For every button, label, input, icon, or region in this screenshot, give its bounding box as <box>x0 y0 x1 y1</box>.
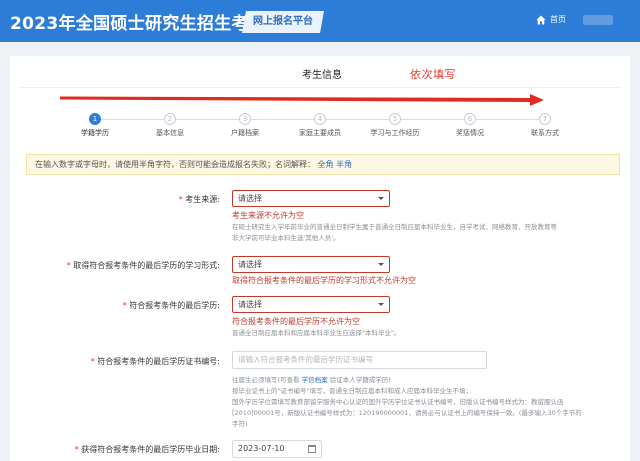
chevron-down-icon <box>378 197 384 200</box>
last-degree-label: * 符合报考条件的最后学历: <box>122 301 220 310</box>
last-degree-select[interactable]: 请选择 <box>232 296 390 313</box>
app-title: 2023年全国硕士研究生招生考试 <box>10 14 267 34</box>
xuexin-archive-link[interactable]: 学信档案 <box>302 376 328 384</box>
source-help: 在硕士研究生入学年前毕业的普通全日制学生属于普通全日制应届本科毕业生，自学考试、… <box>232 223 557 242</box>
user-name-redacted <box>583 15 613 25</box>
step-5-label[interactable]: 学习与工作经历 <box>371 128 420 138</box>
cert-no-label: * 符合报考条件的最后学历证书编号: <box>90 357 220 366</box>
section-annotation: 依次填写 <box>410 68 456 81</box>
step-6-circle[interactable]: 6 <box>464 113 476 125</box>
platform-badge: 网上报名平台 <box>242 11 324 33</box>
cert-no-input[interactable]: 请输入符合报考条件的最后学历证书编号 <box>232 351 487 369</box>
grad-date-label: * 获得符合报考条件的最后学历毕业日期: <box>74 445 220 454</box>
cert-no-help: 往届生必须填写(可查看 学信档案 验证本人学籍或学历) 按毕业证书上的"证书编号… <box>232 376 582 428</box>
step-4-circle[interactable]: 4 <box>314 113 326 125</box>
step-3-label[interactable]: 户籍档案 <box>231 128 259 138</box>
notice-link-fullwidth[interactable]: 全角 <box>318 160 334 169</box>
source-error: 考生来源不允许为空 <box>232 211 304 220</box>
annotation-arrow <box>60 94 544 106</box>
step-4-label[interactable]: 家庭主要成员 <box>299 128 341 138</box>
section-divider <box>20 87 620 88</box>
last-degree-help: 普通全日制应届本科和应届本科毕业生应选择"本科毕业"。 <box>232 329 401 337</box>
grad-date-input[interactable]: 2023-07-10 <box>232 440 322 458</box>
top-header-bar: 2023年全国硕士研究生招生考试 网上报名平台 首页 <box>0 0 640 42</box>
study-form-error: 取得符合报考条件的最后学历的学习形式不允许为空 <box>232 276 416 285</box>
notice-link-halfwidth[interactable]: 半角 <box>336 160 352 169</box>
section-title: 考生信息 <box>302 70 342 81</box>
study-form-select[interactable]: 请选择 <box>232 256 390 273</box>
chevron-down-icon <box>378 303 384 306</box>
step-1-label[interactable]: 学籍学历 <box>81 128 109 138</box>
notice-banner: 在输入数字或字母时，请使用半角字符，否则可能会造成报名失败；名词解释： 全角 半… <box>26 154 620 175</box>
notice-text: 在输入数字或字母时，请使用半角字符，否则可能会造成报名失败；名词解释： <box>35 160 315 169</box>
step-2-circle[interactable]: 2 <box>164 113 176 125</box>
step-2-label[interactable]: 基本信息 <box>156 128 184 138</box>
step-7-circle[interactable]: 7 <box>539 113 551 125</box>
step-5-circle[interactable]: 5 <box>389 113 401 125</box>
source-label: * 考生来源: <box>178 195 220 204</box>
step-3-circle[interactable]: 3 <box>239 113 251 125</box>
home-link[interactable]: 首页 <box>550 14 566 25</box>
home-icon[interactable] <box>536 15 546 25</box>
calendar-icon[interactable] <box>308 445 316 453</box>
step-6-label[interactable]: 奖惩情况 <box>456 128 484 138</box>
step-7-label[interactable]: 联系方式 <box>531 128 559 138</box>
platform-badge-label: 网上报名平台 <box>253 16 313 27</box>
study-form-label: * 取得符合报考条件的最后学历的学习形式: <box>66 261 220 270</box>
source-select[interactable]: 请选择 <box>232 190 390 207</box>
chevron-down-icon <box>378 263 384 266</box>
last-degree-error: 符合报考条件的最后学历不允许为空 <box>232 317 360 326</box>
step-1-circle[interactable]: 1 <box>89 113 101 125</box>
